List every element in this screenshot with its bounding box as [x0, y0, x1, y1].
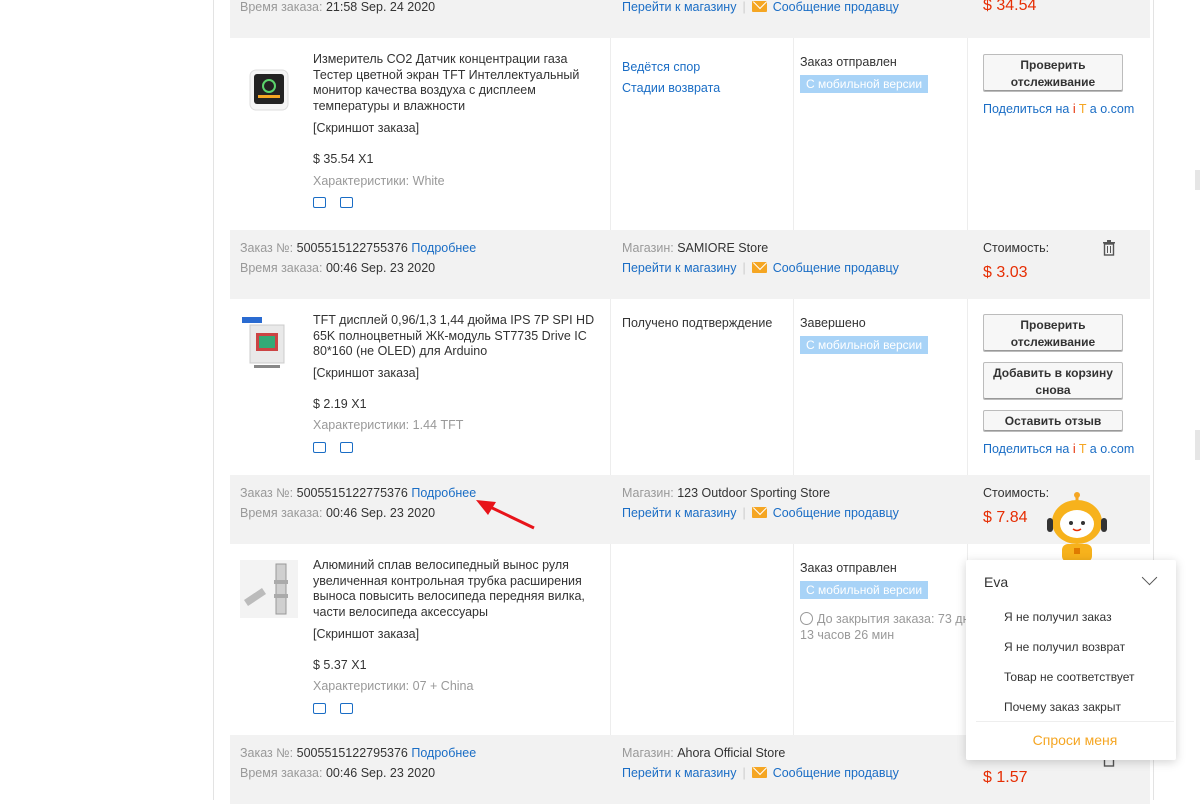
mobile-badge: С мобильной версии: [800, 581, 929, 599]
product-specs: Характеристики: 07 + China: [313, 679, 474, 693]
envelope-icon: [751, 1, 767, 12]
order-screenshot-link[interactable]: [Скриншот заказа]: [313, 121, 419, 135]
product-price-qty: $ 5.37 X1: [313, 658, 367, 672]
return-stages-link[interactable]: Стадии возврата: [622, 81, 720, 95]
order-details-link[interactable]: Подробнее: [411, 746, 476, 760]
order-cost: $ 1.57: [983, 769, 1028, 786]
return-icon[interactable]: [340, 703, 353, 714]
shipping-truck-icon[interactable]: [313, 442, 326, 453]
order-status: Заказ отправлен: [800, 561, 897, 575]
envelope-icon: [751, 262, 767, 273]
order-status: Заказ отправлен: [800, 55, 897, 69]
product-price-qty: $ 2.19 X1: [313, 397, 367, 411]
order-body: TFT дисплей 0,96/1,3 1,44 дюйма IPS 7P S…: [230, 299, 1150, 475]
order-time: 00:46 Sep. 23 2020: [325, 261, 436, 275]
order-header: Заказ №: 5005515122755376 Подробнее Врем…: [230, 230, 1150, 299]
close-countdown: До закрытия заказа: 73 дн 13 часов 26 ми…: [800, 612, 970, 642]
order-cost: $ 34.54: [983, 0, 1037, 14]
share-itao-link[interactable]: Поделиться на i T a o.com: [983, 442, 1134, 456]
order-number: 5005515122795376: [296, 746, 408, 760]
message-seller-link[interactable]: Сообщение продавцу: [773, 0, 899, 14]
assistant-name: Eva: [984, 574, 1009, 590]
order-screenshot-link[interactable]: [Скриншот заказа]: [313, 366, 419, 380]
chevron-down-icon[interactable]: [1141, 569, 1158, 586]
order-time: 00:46 Sep. 23 2020: [325, 506, 436, 520]
order-status: Завершено: [800, 316, 866, 330]
track-button[interactable]: Проверить отслеживание: [983, 54, 1123, 92]
return-icon[interactable]: [340, 442, 353, 453]
product-price-qty: $ 35.54 X1: [313, 152, 374, 166]
shop-name: 123 Outdoor Sporting Store: [677, 486, 831, 500]
assistant-option[interactable]: Я не получил заказ: [1004, 610, 1112, 624]
assistant-robot-icon[interactable]: [1044, 490, 1110, 562]
mobile-badge: С мобильной версии: [800, 336, 929, 354]
rebuy-button[interactable]: Добавить в корзину снова: [983, 362, 1123, 400]
trash-icon[interactable]: [1102, 240, 1116, 256]
scrollbar-track-top[interactable]: [1195, 170, 1200, 190]
clock-icon: [800, 612, 813, 625]
message-seller-link[interactable]: Сообщение продавцу: [773, 766, 899, 780]
order-time-label: Время заказа:: [240, 0, 323, 14]
product-title[interactable]: Алюминий сплав велосипедный вынос руля у…: [313, 558, 608, 620]
product-specs: Характеристики: 1.44 TFT: [313, 418, 464, 432]
product-specs: Характеристики: White: [313, 174, 445, 188]
dispute-link[interactable]: Ведётся спор: [622, 60, 700, 74]
track-button[interactable]: Проверить отслеживание: [983, 314, 1123, 352]
message-seller-link[interactable]: Сообщение продавцу: [773, 506, 899, 520]
assistant-option[interactable]: Товар не соответствует: [1004, 670, 1134, 684]
scrollbar-track-mid[interactable]: [1195, 430, 1200, 460]
mobile-badge: С мобильной версии: [800, 75, 929, 93]
annotation-arrow: [476, 500, 535, 530]
order-header: Заказ №: 5005515122775376 Подробнее Врем…: [230, 475, 1150, 544]
ask-me-button[interactable]: Спроси меня: [976, 721, 1174, 748]
product-image-tft-display[interactable]: [240, 315, 298, 373]
go-to-shop-link[interactable]: Перейти к магазину: [622, 766, 736, 780]
order-header: Время заказа: 21:58 Sep. 24 2020 Перейти…: [230, 0, 1150, 38]
return-icon[interactable]: [340, 197, 353, 208]
shipping-truck-icon[interactable]: [313, 197, 326, 208]
cost-label: Стоимость:: [983, 486, 1050, 500]
product-title[interactable]: Измеритель CO2 Датчик концентрации газа …: [313, 52, 608, 114]
order-time: 00:46 Sep. 23 2020: [325, 766, 436, 780]
order-screenshot-link[interactable]: [Скриншот заказа]: [313, 627, 419, 641]
confirmation-status: Получено подтверждение: [622, 316, 773, 330]
share-itao-link[interactable]: Поделиться на i T a o.com: [983, 102, 1134, 116]
shop-name: Ahora Official Store: [677, 746, 786, 760]
order-number: 5005515122755376: [296, 241, 408, 255]
go-to-shop-link[interactable]: Перейти к магазину: [622, 506, 736, 520]
order-number: 5005515122775376: [296, 486, 408, 500]
order-body: Измеритель CO2 Датчик концентрации газа …: [230, 38, 1150, 230]
order-time: 21:58 Sep. 24 2020: [325, 0, 436, 14]
product-image-co2-meter[interactable]: [240, 64, 298, 122]
message-seller-link[interactable]: Сообщение продавцу: [773, 261, 899, 275]
shop-name: SAMIORE Store: [677, 241, 769, 255]
product-title[interactable]: TFT дисплей 0,96/1,3 1,44 дюйма IPS 7P S…: [313, 313, 608, 360]
order-details-link[interactable]: Подробнее: [411, 486, 476, 500]
assistant-popup: Eva Я не получил заказ Я не получил возв…: [966, 560, 1176, 760]
go-to-shop-link[interactable]: Перейти к магазину: [622, 0, 736, 14]
go-to-shop-link[interactable]: Перейти к магазину: [622, 261, 736, 275]
envelope-icon: [751, 767, 767, 778]
order-cost: $ 3.03: [983, 264, 1028, 281]
order-details-link[interactable]: Подробнее: [411, 241, 476, 255]
order-cost: $ 7.84: [983, 509, 1028, 526]
leave-review-button[interactable]: Оставить отзыв: [983, 410, 1123, 432]
cost-label: Стоимость:: [983, 241, 1050, 255]
assistant-option[interactable]: Почему заказ закрыт: [1004, 700, 1121, 714]
envelope-icon: [751, 507, 767, 518]
product-image-bike-stem[interactable]: [240, 560, 298, 618]
shipping-truck-icon[interactable]: [313, 703, 326, 714]
assistant-option[interactable]: Я не получил возврат: [1004, 640, 1125, 654]
